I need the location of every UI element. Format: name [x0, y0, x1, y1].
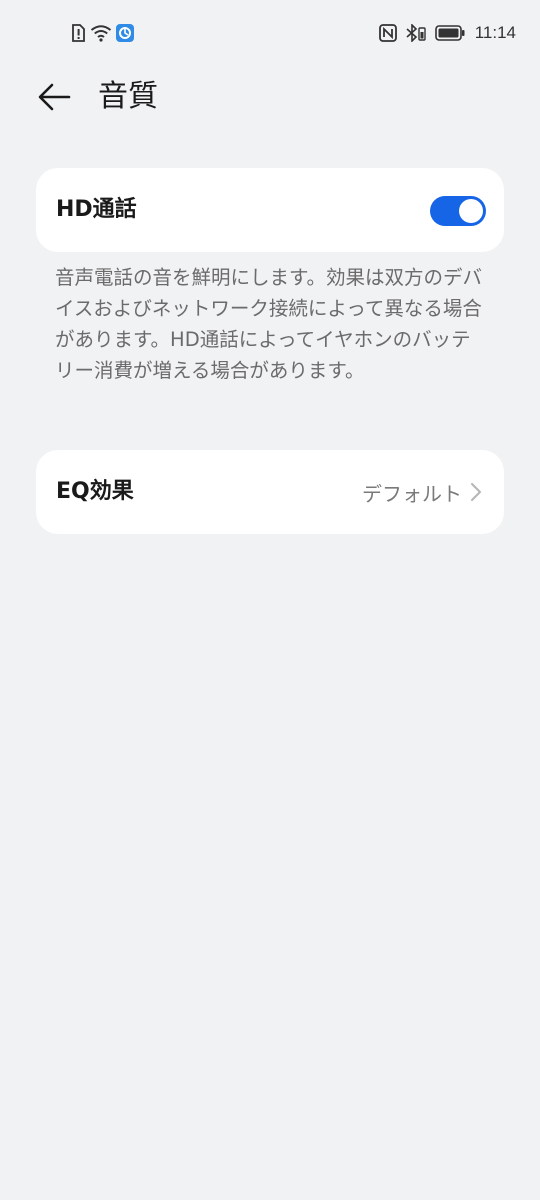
- eq-effect-label: EQ効果: [56, 479, 134, 504]
- wifi-icon: [90, 24, 112, 42]
- eq-effect-row[interactable]: EQ効果 デフォルト: [36, 450, 504, 534]
- hd-call-toggle[interactable]: [430, 196, 486, 226]
- bluetooth-icon: [405, 24, 427, 42]
- eq-value-group: デフォルト: [362, 450, 482, 534]
- status-left-icons: [70, 22, 134, 44]
- hd-call-description: 音声電話の音を鮮明にします。効果は双方のデバイスおよびネットワーク接続によって異…: [55, 266, 483, 382]
- app-bar: 音質: [0, 66, 540, 128]
- battery-icon: [434, 25, 465, 41]
- hd-call-label: HD通話: [56, 197, 137, 222]
- eq-effect-value: デフォルト: [362, 481, 462, 506]
- page-title: 音質: [98, 79, 158, 114]
- status-right-icons: 11:14: [378, 22, 516, 44]
- chevron-right-icon: [470, 481, 482, 503]
- status-bar: 11:14: [0, 0, 540, 66]
- hd-call-row[interactable]: HD通話: [36, 168, 504, 252]
- app-notification-icon: [116, 24, 134, 42]
- nfc-icon: [378, 24, 397, 42]
- toggle-knob: [459, 199, 483, 223]
- arrow-left-icon: [37, 82, 71, 112]
- back-button[interactable]: [30, 76, 78, 118]
- alert-sim-icon: [70, 24, 86, 42]
- status-time: 11:14: [474, 23, 516, 42]
